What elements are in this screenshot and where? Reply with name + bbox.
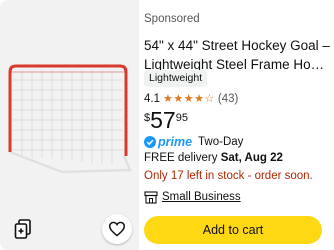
stock-warning: Only 17 left in stock - order soon.: [144, 170, 313, 182]
prime-row: prime Two-Day: [144, 134, 243, 149]
lightweight-badge: Lightweight: [144, 70, 208, 87]
star-icon: ★: [173, 93, 184, 105]
delivery-date: Sat, Aug 22: [220, 152, 283, 164]
prime-logo: prime: [158, 134, 193, 149]
small-business-row[interactable]: Small Business: [144, 190, 241, 204]
product-title[interactable]: 54" x 44" Street Hockey Goal – Lightweig…: [144, 36, 330, 74]
product-image[interactable]: [2, 60, 137, 180]
add-to-cart-button[interactable]: Add to cart: [144, 216, 322, 244]
small-business-icon: [144, 190, 158, 204]
product-title-line-1[interactable]: 54" x 44" Street Hockey Goal –: [144, 36, 330, 55]
star-icon: ★: [183, 93, 194, 105]
sponsored-label: Sponsored: [144, 13, 200, 25]
rating-value: 4.1: [144, 93, 160, 105]
price-fraction: 95: [175, 112, 188, 124]
price-whole: 57: [150, 107, 176, 133]
delivery-info: FREE delivery Sat, Aug 22: [144, 152, 283, 164]
star-icon: ★: [163, 93, 173, 105]
small-business-label[interactable]: Small Business: [162, 191, 241, 203]
star-icon: ★: [194, 93, 204, 105]
heart-icon: [108, 221, 126, 237]
product-image-panel[interactable]: [0, 0, 139, 250]
star-rating[interactable]: ★ ★ ★ ★ ☆: [163, 93, 215, 105]
delivery-label: FREE delivery: [144, 152, 218, 164]
rating-row[interactable]: 4.1 ★ ★ ★ ★ ☆ (43): [144, 92, 238, 106]
wishlist-button[interactable]: [102, 214, 132, 244]
price: $ 57 95: [144, 107, 188, 133]
star-empty-icon: ☆: [204, 93, 215, 105]
rating-count[interactable]: (43): [218, 93, 238, 105]
prime-shipping-type: Two-Day: [198, 135, 244, 148]
product-info: Sponsored 54" x 44" Street Hockey Goal –…: [144, 0, 334, 250]
prime-check-icon: [144, 135, 156, 148]
compare-icon[interactable]: [14, 218, 34, 240]
